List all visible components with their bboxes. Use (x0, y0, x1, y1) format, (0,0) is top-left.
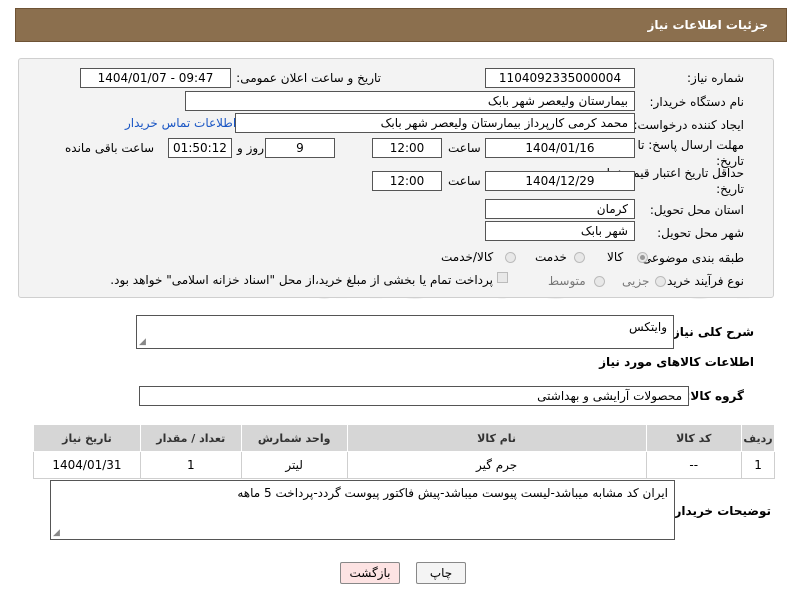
need-summary-field: وایتکس ◢ (136, 315, 674, 349)
process-minor-label: جزیی (622, 274, 650, 288)
print-button[interactable]: چاپ (416, 562, 466, 584)
city-label: شهر محل تحویل: (657, 226, 744, 240)
need-date-cell: 1404/01/31 (33, 451, 141, 479)
goods-name-cell: جرم گیر (346, 451, 647, 479)
buyer-notes-field: ایران کد مشابه میباشد-لیست پیوست میباشد-… (50, 480, 675, 540)
deadline-time-label: ساعت (448, 141, 481, 155)
category-goods-label: کالا (607, 250, 624, 264)
process-label: نوع فرآیند خرید : (659, 274, 744, 288)
buyer-org-label: نام دستگاه خریدار: (649, 95, 745, 109)
remaining-time-field: 01:50:12 (168, 138, 232, 158)
need-summary-text: وایتکس (628, 320, 667, 334)
process-medium-label: متوسط (548, 274, 586, 288)
category-goods-radio[interactable] (637, 252, 648, 263)
treasury-payment-text: پرداخت تمام یا بخشی از مبلغ خرید،از محل … (110, 273, 493, 287)
remaining-time-label: ساعت باقی مانده (65, 141, 155, 155)
validity-date-field: 1404/12/29 (485, 171, 635, 191)
row-index-cell: 1 (741, 451, 775, 479)
resize-grip-icon[interactable]: ◢ (139, 337, 146, 347)
buyer-notes-text: ایران کد مشابه میباشد-لیست پیوست میباشد-… (237, 486, 668, 500)
process-medium-radio[interactable] (594, 276, 605, 287)
goods-group-label: گروه کالا: (685, 389, 744, 403)
need-number-field: 1104092335000004 (485, 68, 635, 88)
announce-date-label: تاریخ و ساعت اعلان عمومی: (236, 71, 381, 85)
col-date-header: تاریخ نیاز (33, 424, 141, 452)
col-unit-header: واحد شمارش (240, 424, 348, 452)
goods-info-title: اطلاعات کالاهای مورد نیاز (599, 355, 754, 369)
goods-code-cell: -- (645, 451, 743, 479)
category-label: طبقه بندی موضوعی: (637, 251, 744, 265)
col-name-header: نام کالا (346, 424, 647, 452)
need-summary-label: شرح کلی نیاز: (668, 325, 754, 339)
process-minor-radio[interactable] (655, 276, 666, 287)
category-service-radio[interactable] (574, 252, 585, 263)
buyer-contact-link[interactable]: اطلاعات تماس خریدار (125, 116, 236, 130)
goods-table: ردیف کد کالا نام کالا واحد شمارش تعداد /… (33, 424, 775, 479)
need-number-label: شماره نیاز: (687, 71, 744, 85)
col-code-header: کد کالا (645, 424, 743, 452)
table-row[interactable]: 1 -- جرم گیر لیتر 1 1404/01/31 (33, 451, 775, 479)
unit-cell: لیتر (240, 451, 348, 479)
page-header: جزئیات اطلاعات نیاز (15, 8, 787, 42)
days-field: 9 (265, 138, 335, 158)
announce-date-field: 1404/01/07 - 09:47 (80, 68, 231, 88)
validity-time-field: 12:00 (372, 171, 442, 191)
goods-group-field: محصولات آرایشی و بهداشتی (139, 386, 689, 406)
deadline-time-field: 12:00 (372, 138, 442, 158)
province-label: استان محل تحویل: (649, 203, 744, 217)
validity-time-label: ساعت (448, 174, 481, 188)
page-title: جزئیات اطلاعات نیاز (647, 18, 768, 32)
back-button[interactable]: بازگشت (340, 562, 400, 584)
treasury-payment-checkbox[interactable] (497, 272, 508, 283)
table-header-row: ردیف کد کالا نام کالا واحد شمارش تعداد /… (33, 424, 775, 452)
deadline-date-field: 1404/01/16 (485, 138, 635, 158)
city-field: شهر بابک (485, 221, 635, 241)
quantity-cell: 1 (139, 451, 242, 479)
category-goods-service-radio[interactable] (505, 252, 516, 263)
buyer-notes-label: توضیحات خریدار: (669, 504, 771, 518)
requester-label: ایجاد کننده درخواست: (633, 118, 744, 132)
province-field: کرمان (485, 199, 635, 219)
category-service-label: خدمت (535, 250, 567, 264)
resize-grip-icon[interactable]: ◢ (53, 528, 60, 538)
col-qty-header: تعداد / مقدار (139, 424, 242, 452)
category-goods-service-label: کالا/خدمت (441, 250, 494, 264)
buyer-org-field: بیمارستان ولیعصر شهر بابک (185, 91, 635, 111)
requester-field: محمد کرمی کارپرداز بیمارستان ولیعصر شهر … (235, 113, 635, 133)
col-row-header: ردیف (741, 424, 775, 452)
days-label: روز و (237, 141, 264, 155)
